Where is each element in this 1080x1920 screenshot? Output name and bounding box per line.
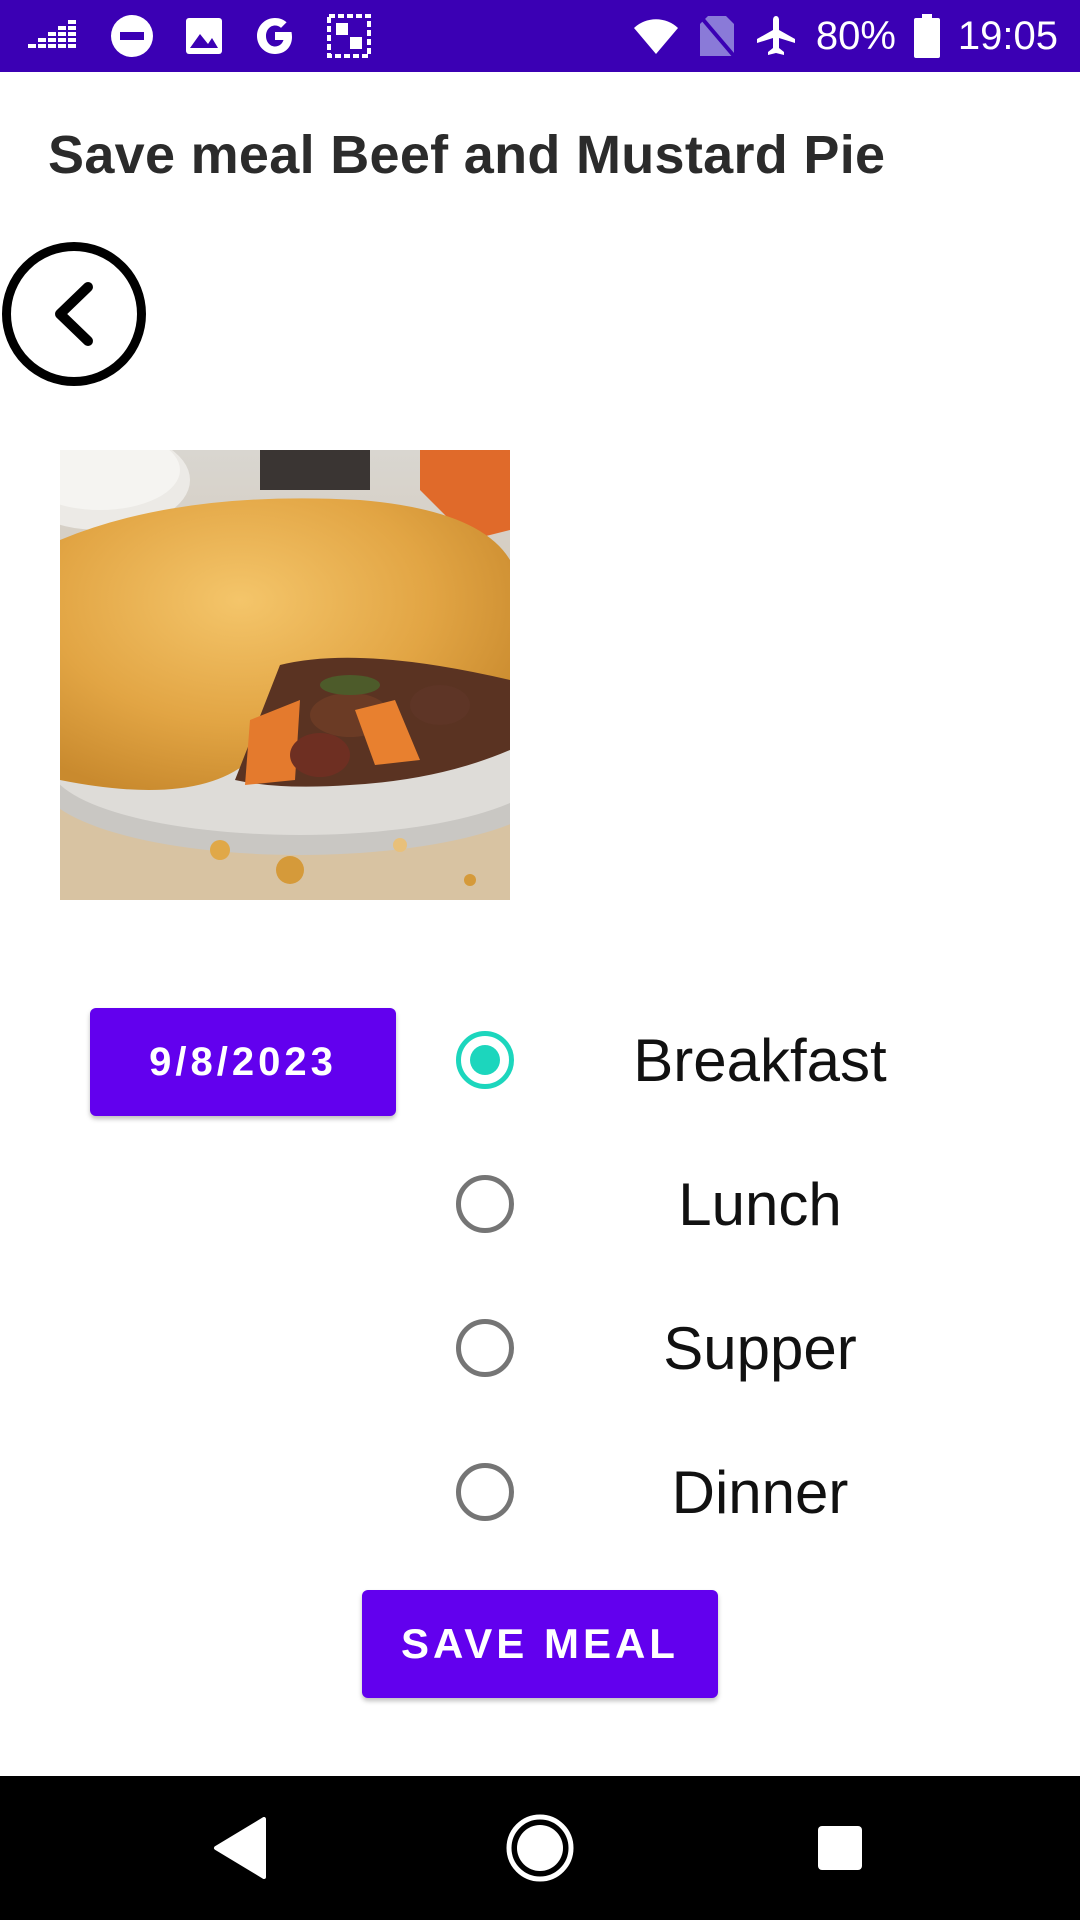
recents-square-icon [818,1826,862,1870]
date-picker-button[interactable]: 9/8/2023 [90,1008,396,1116]
nav-home-button[interactable] [480,1776,600,1920]
no-sim-icon [698,14,736,58]
radio-option-lunch[interactable]: Lunch [440,1149,1040,1259]
status-bar: 80% 19:05 [0,0,1080,72]
page-title: Save meal Beef and Mustard Pie [48,125,886,185]
back-button[interactable] [2,242,146,386]
radio-option-dinner[interactable]: Dinner [440,1437,1040,1547]
wifi-icon [632,16,680,56]
radio-label: Supper [663,1314,857,1382]
signal-bars-icon [28,20,80,52]
save-meal-button[interactable]: SAVE MEAL [362,1590,718,1698]
radio-label: Dinner [671,1458,849,1526]
radio-unchecked-icon[interactable] [456,1175,514,1233]
status-left-icons [28,0,372,72]
google-icon [254,15,296,57]
app-notification-icon [326,13,372,59]
clock: 19:05 [957,13,1058,58]
radio-option-supper[interactable]: Supper [440,1293,1040,1403]
do-not-disturb-icon [110,14,154,58]
meal-photo [60,450,510,900]
radio-dot [470,1045,500,1075]
chevron-left-icon [55,282,93,346]
airplane-mode-icon [754,14,798,58]
image-icon [184,16,224,56]
battery-icon [913,14,940,58]
radio-option-breakfast[interactable]: Breakfast [440,1005,1040,1115]
nav-back-button[interactable] [180,1776,300,1920]
nav-recents-button[interactable] [780,1776,900,1920]
radio-checked-icon[interactable] [456,1031,514,1089]
status-right-icons: 80% 19:05 [632,0,1058,72]
radio-label: Lunch [678,1170,842,1238]
home-circle-icon [506,1814,574,1882]
radio-label: Breakfast [633,1026,887,1094]
radio-unchecked-icon[interactable] [456,1463,514,1521]
triangle-back-icon [214,1817,266,1879]
radio-unchecked-icon[interactable] [456,1319,514,1377]
navigation-bar [0,1776,1080,1920]
battery-percent: 80% [815,13,896,58]
